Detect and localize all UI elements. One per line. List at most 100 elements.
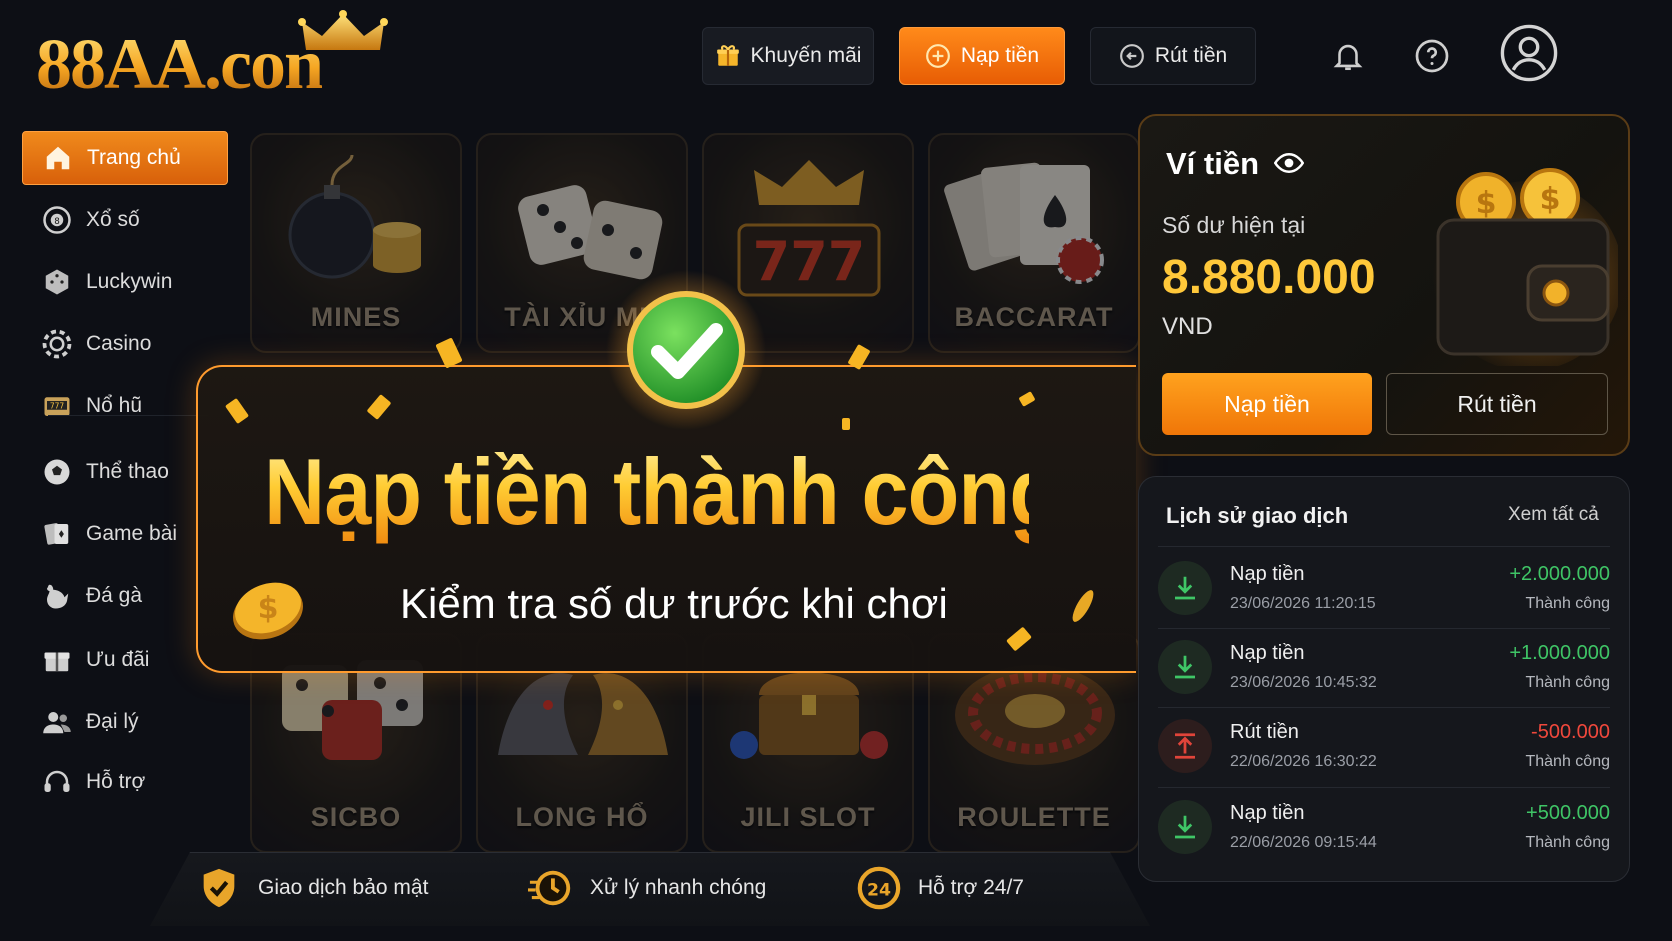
help-button[interactable] [1408, 32, 1456, 80]
deposit-icon [1158, 561, 1212, 615]
feature-label: Hỗ trợ 24/7 [918, 876, 1024, 899]
sidebar-item-home[interactable]: Trang chủ [22, 131, 228, 185]
svg-text:$: $ [258, 591, 279, 626]
header-withdraw-button[interactable]: Rút tiền [1090, 27, 1256, 85]
transaction-type: Rút tiền [1230, 721, 1299, 743]
sidebar-item-label: Game bài [86, 522, 178, 545]
transaction-amount: +1.000.000 [1509, 642, 1610, 664]
feature-label: Giao dịch bảo mật [258, 876, 429, 899]
user-profile-button[interactable] [1500, 24, 1558, 82]
sidebar-item-casino[interactable]: Casino [22, 317, 228, 371]
gift-icon [716, 45, 739, 66]
game-name: SICBO [310, 802, 402, 832]
transaction-datetime: 23/06/2026 10:45:32 [1230, 674, 1377, 691]
feature-support: 24 Hỗ trợ 24/7 [856, 860, 1024, 916]
support-24-text: 24 [867, 881, 891, 901]
transaction-row[interactable]: Rút tiền 22/06/2026 16:30:22 -500.000 Th… [1158, 709, 1610, 789]
view-all-link[interactable]: Xem tất cả [1508, 504, 1599, 526]
sidebar-item-label: Đại lý [86, 710, 139, 733]
divider [1158, 707, 1610, 708]
logo-text: 88AA.con [36, 24, 324, 104]
bomb-icon [288, 154, 421, 279]
user-avatar-icon [1500, 24, 1558, 82]
sidebar-item-label: Thể thao [86, 460, 169, 483]
balance-label: Số dư hiện tại [1162, 212, 1306, 238]
rooster-icon [47, 584, 69, 609]
sidebar-item-lottery[interactable]: 8 Xổ số [22, 193, 228, 247]
transaction-status: Thành công [1525, 595, 1610, 612]
fast-clock-icon [528, 870, 571, 906]
wallet-withdraw-button[interactable]: Rút tiền [1386, 373, 1608, 435]
agents-icon [43, 712, 71, 734]
transaction-row[interactable]: Nạp tiền 22/06/2026 09:15:44 +500.000 Th… [1158, 790, 1610, 870]
transaction-status: Thành công [1525, 834, 1610, 851]
sidebar-item-support[interactable]: Hỗ trợ [22, 755, 228, 809]
gold-coin-icon [1072, 590, 1094, 622]
transaction-type: Nạp tiền [1230, 563, 1305, 585]
crown-icon [298, 10, 388, 50]
reels-777-text: 777 [753, 230, 866, 293]
transaction-row[interactable]: Nạp tiền 23/06/2026 11:20:15 +2.000.000 … [1158, 551, 1610, 631]
svg-text:$: $ [1540, 182, 1561, 217]
header-withdraw-label: Rút tiền [1154, 44, 1228, 67]
transaction-type: Nạp tiền [1230, 642, 1305, 664]
bell-icon [1333, 44, 1363, 71]
sidebar-item-label: Hỗ trợ [86, 770, 146, 793]
notification-bell-button[interactable] [1324, 32, 1372, 80]
plus-circle-icon [925, 44, 950, 68]
promotions-label: Khuyến mãi [750, 44, 862, 67]
casino-chip-icon [42, 329, 72, 359]
confetti [842, 418, 850, 430]
lottery-ball-icon: 8 [43, 206, 71, 234]
transaction-datetime: 22/06/2026 16:30:22 [1230, 753, 1377, 770]
sidebar-item-label: Đá gà [86, 584, 143, 607]
gold-coin-icon: $ [233, 582, 303, 640]
feature-secure: Giao dịch bảo mật [196, 860, 428, 916]
feature-label: Xử lý nhanh chóng [590, 876, 767, 899]
transaction-amount: -500.000 [1531, 721, 1610, 743]
promotions-button[interactable]: Khuyến mãi [702, 27, 874, 85]
sidebar-item-agents[interactable]: Đại lý [22, 695, 228, 749]
deposit-icon [1158, 640, 1212, 694]
question-circle-icon [1415, 39, 1449, 73]
transaction-row[interactable]: Nạp tiền 23/06/2026 10:45:32 +1.000.000 … [1158, 630, 1610, 710]
game-name: MINES [310, 302, 402, 332]
wallet-deposit-button[interactable]: Nạp tiền [1162, 373, 1372, 435]
sidebar-item-luckywin[interactable]: Luckywin [22, 255, 228, 309]
divider [1158, 546, 1610, 547]
game-tile-mines[interactable]: MINES [250, 133, 462, 353]
home-icon [46, 146, 70, 170]
withdraw-icon [1158, 719, 1212, 773]
game-name: LONG HỔ [515, 802, 649, 832]
svg-text:$: $ [1476, 186, 1497, 221]
sidebar-divider [48, 415, 208, 416]
transaction-amount: +500.000 [1526, 802, 1610, 824]
support-24-icon: 24 [857, 866, 901, 910]
sidebar-item-label: Ưu đãi [86, 648, 150, 671]
wallet-icon: $ $ [1433, 168, 1618, 366]
header-deposit-button[interactable]: Nạp tiền [899, 27, 1065, 85]
transaction-datetime: 22/06/2026 09:15:44 [1230, 834, 1377, 851]
success-title: Nạp tiền thành công [264, 439, 1061, 544]
withdraw-circle-icon [1119, 44, 1144, 68]
wallet-title: Ví tiền [1166, 146, 1260, 181]
header-deposit-label: Nạp tiền [960, 44, 1040, 67]
playing-cards-icon [944, 162, 1104, 284]
sidebar-item-label: Xổ số [86, 208, 140, 231]
dice-icon [45, 269, 69, 295]
game-tile-baccarat[interactable]: BACCARAT [928, 133, 1140, 353]
transaction-status: Thành công [1525, 674, 1610, 691]
sidebar-item-label: Casino [86, 332, 152, 355]
svg-text:777: 777 [50, 402, 65, 411]
shield-check-icon [203, 868, 235, 908]
soccer-ball-icon [44, 459, 70, 485]
transaction-type: Nạp tiền [1230, 802, 1305, 824]
transaction-datetime: 23/06/2026 11:20:15 [1230, 595, 1376, 612]
eye-icon[interactable] [1274, 148, 1304, 178]
game-name: JILI SLOT [740, 802, 876, 832]
balance-currency: VND [1162, 313, 1213, 340]
svg-text:8: 8 [54, 217, 60, 227]
game-name: BACCARAT [954, 302, 1114, 332]
balance-amount: 8.880.000 [1162, 251, 1376, 304]
brand-logo[interactable]: 88AA.con [36, 10, 396, 100]
